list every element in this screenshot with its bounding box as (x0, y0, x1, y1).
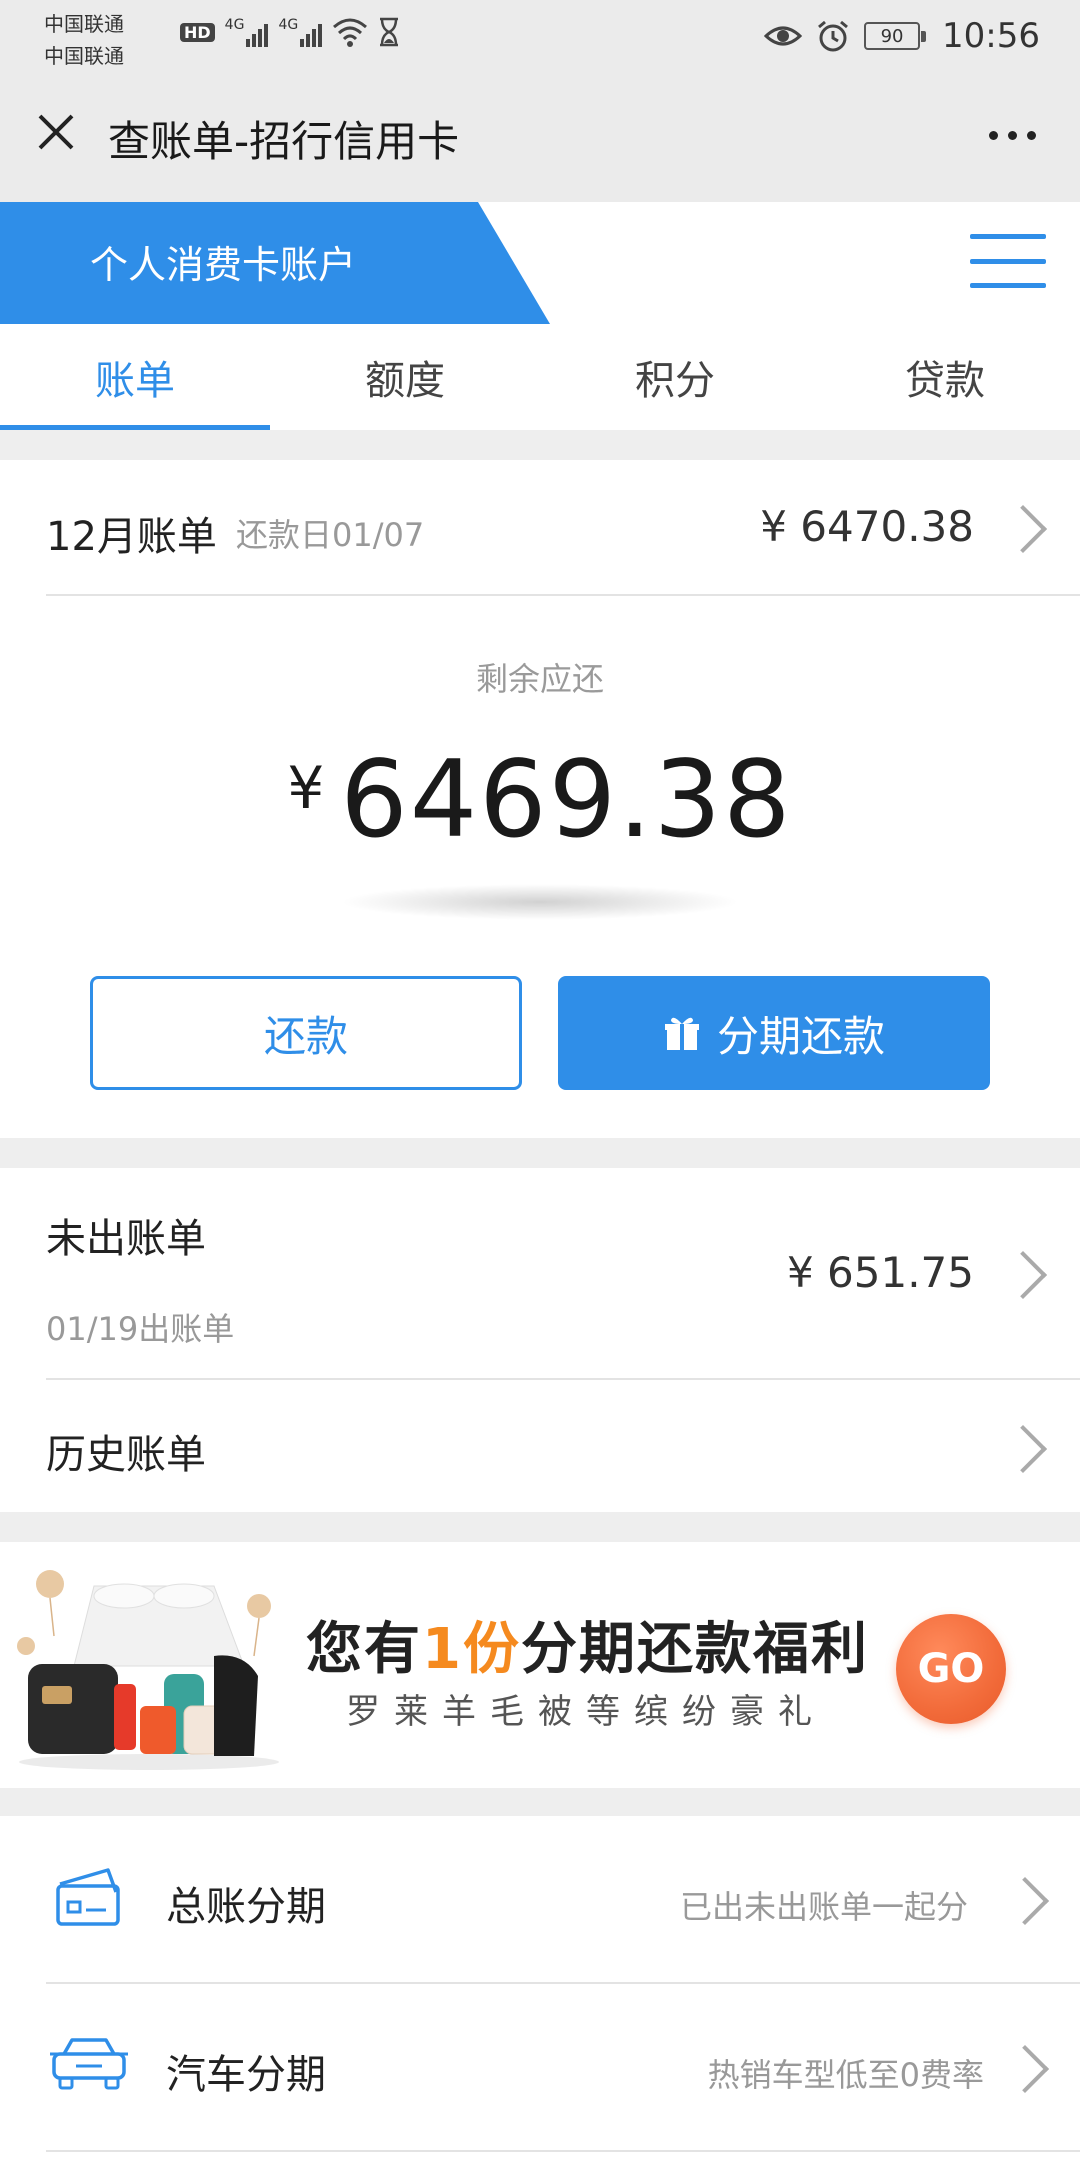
status-icons-left: HD 4G 4G (180, 12, 400, 52)
tab-credit-limit[interactable]: 额度 (270, 324, 540, 430)
list-item-label: 汽车分期 (166, 2052, 326, 2098)
alarm-icon (818, 20, 848, 52)
repay-button[interactable]: 还款 (90, 976, 522, 1090)
menu-line-icon (970, 283, 1046, 288)
promo-headline-highlight: 1份 (422, 1617, 521, 1682)
promo-headline-post: 分期还款福利 (520, 1617, 869, 1682)
tab-loan[interactable]: 贷款 (810, 324, 1080, 430)
hourglass-icon (380, 17, 399, 47)
network-type-label: 4G (224, 17, 245, 33)
tab-bill[interactable]: 账单 (0, 324, 270, 430)
tab-bar: 账单 额度 积分 贷款 (0, 324, 1080, 430)
list-item-hint: 已出未出账单一起分 (679, 1888, 968, 1926)
tab-points[interactable]: 积分 (540, 324, 810, 430)
history-title: 历史账单 (46, 1432, 206, 1478)
card-icon (56, 1868, 120, 1926)
menu-line-icon (970, 258, 1046, 264)
eye-icon (764, 26, 803, 46)
unbilled-title: 未出账单 (46, 1216, 206, 1262)
promo-subline: 罗莱羊毛被等缤纷豪礼 (346, 1692, 826, 1732)
carrier-2: 中国联通 (44, 44, 124, 68)
unbilled-amount: ¥ 651.75 (786, 1248, 974, 1297)
amount-shadow (340, 884, 740, 920)
divider (46, 594, 1080, 596)
gift-icon (664, 1017, 699, 1050)
signal-icon: 4G (225, 17, 269, 47)
status-icons-right: 90 10:56 (764, 12, 1040, 60)
gift-products-illustration (17, 1570, 279, 1770)
go-label: GO (917, 1646, 985, 1692)
more-dot-icon (1026, 130, 1036, 140)
more-options-button[interactable] (972, 110, 1052, 160)
car-icon (50, 2038, 128, 2090)
more-dot-icon (1007, 130, 1017, 140)
promo-headline-pre: 您有 (306, 1617, 422, 1682)
statement-due-date: 还款日01/07 (236, 516, 425, 554)
clock: 10:56 (942, 16, 1040, 56)
installment-label: 分期还款 (716, 1011, 885, 1061)
divider (46, 2150, 1080, 2152)
wifi-icon (333, 18, 368, 47)
promo-headline: 您有1份分期还款福利 (306, 1604, 869, 1685)
menu-line-icon (970, 234, 1046, 239)
promo-banner[interactable]: 您有1份分期还款福利 罗莱羊毛被等缤纷豪礼 GO (0, 1542, 1080, 1788)
menu-button[interactable] (970, 230, 1046, 292)
list-item-hint: 热销车型低至0费率 (707, 2056, 984, 2094)
remaining-amount-value: 6469.38 (340, 738, 793, 861)
remaining-amount: ¥6469.38 (0, 738, 1080, 861)
currency-symbol: ¥ (287, 754, 325, 822)
carrier-1: 中国联通 (44, 12, 124, 36)
go-button[interactable]: GO (896, 1614, 1006, 1724)
installment-repay-button[interactable]: 分期还款 (558, 976, 990, 1090)
list-item-label: 总账分期 (166, 1884, 326, 1930)
unbilled-date: 01/19出账单 (46, 1310, 235, 1348)
signal-icon-2: 4G (278, 17, 323, 47)
statement-amount: ¥ 6470.38 (760, 502, 974, 551)
battery-icon: 90 (864, 22, 927, 50)
page-title: 查账单-招行信用卡 (108, 117, 460, 166)
close-icon (38, 114, 74, 150)
network-type-label-2: 4G (278, 17, 299, 33)
close-button[interactable] (28, 104, 84, 160)
statement-title: 12月账单 (46, 514, 217, 560)
battery-level: 90 (880, 25, 904, 47)
more-dot-icon (988, 130, 998, 140)
account-label: 个人消费卡账户 (90, 243, 357, 287)
hd-badge: HD (180, 22, 215, 42)
remaining-label: 剩余应还 (475, 660, 604, 698)
repay-label: 还款 (263, 1011, 348, 1061)
